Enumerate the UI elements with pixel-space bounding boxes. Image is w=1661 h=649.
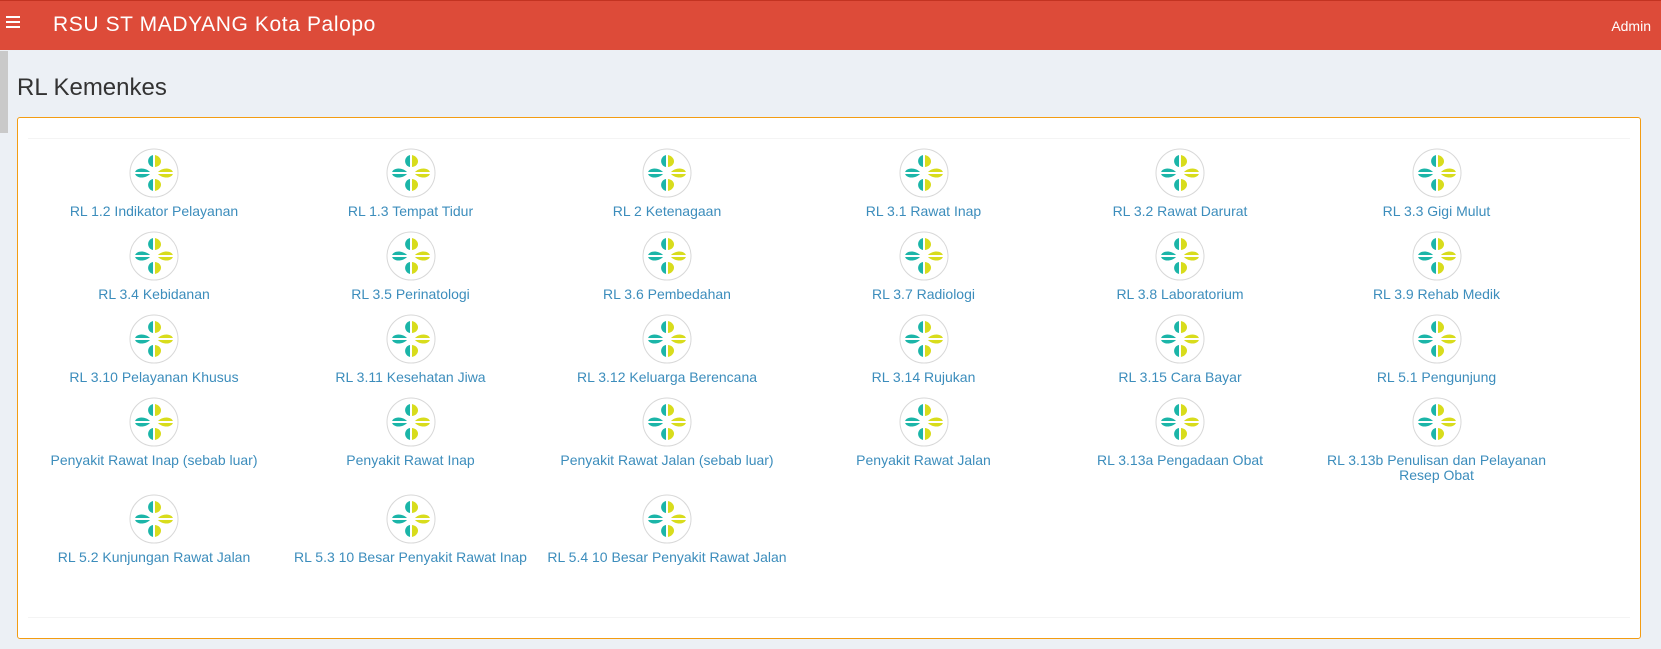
report-tile-label: RL 3.1 Rawat Inap	[865, 203, 982, 219]
kemenkes-logo-icon	[1155, 314, 1205, 364]
kemenkes-logo-icon	[642, 494, 692, 544]
top-navbar: RSU ST MADYANG Kota Palopo Admin	[0, 0, 1661, 50]
report-tile-label: RL 3.4 Kebidanan	[98, 286, 210, 302]
kemenkes-logo-icon	[899, 148, 948, 198]
kemenkes-logo-icon	[1412, 148, 1461, 198]
report-tile-label: RL 3.14 Rujukan	[871, 369, 976, 385]
report-tile[interactable]: RL 2 Ketenagaan	[541, 148, 793, 219]
report-tile-label: RL 3.12 Keluarga Berencana	[576, 369, 758, 385]
kemenkes-logo-icon	[899, 397, 948, 447]
user-menu[interactable]: Admin	[1611, 18, 1651, 34]
report-tile[interactable]: RL 3.7 Radiologi	[798, 231, 1050, 302]
report-tile[interactable]: Penyakit Rawat Jalan	[798, 397, 1050, 468]
report-tile-label: RL 5.4 10 Besar Penyakit Rawat Jalan	[547, 549, 787, 565]
report-tile-label: RL 3.13a Pengadaan Obat	[1096, 452, 1264, 468]
kemenkes-logo-icon	[129, 397, 179, 447]
report-tile[interactable]: RL 3.13a Pengadaan Obat	[1054, 397, 1306, 468]
kemenkes-logo-icon	[642, 314, 692, 364]
report-tile-label: RL 3.6 Pembedahan	[603, 286, 731, 302]
report-tile-label: RL 3.3 Gigi Mulut	[1382, 203, 1491, 219]
kemenkes-logo-icon	[386, 231, 435, 281]
report-tile[interactable]: Penyakit Rawat Inap (sebab luar)	[28, 397, 280, 468]
kemenkes-logo-icon	[642, 231, 692, 281]
report-tile-label: RL 3.15 Cara Bayar	[1118, 369, 1242, 385]
report-tile[interactable]: Penyakit Rawat Inap	[285, 397, 537, 468]
report-tile-label: RL 2 Ketenagaan	[612, 203, 722, 219]
report-tile[interactable]: RL 5.1 Pengunjung	[1311, 314, 1563, 385]
report-tile[interactable]: RL 3.12 Keluarga Berencana	[541, 314, 793, 385]
kemenkes-logo-icon	[1155, 148, 1205, 198]
report-tile[interactable]: RL 3.10 Pelayanan Khusus	[28, 314, 280, 385]
report-menu-box: RL 1.2 Indikator Pelayanan RL 1.3 Tempat …	[17, 117, 1641, 639]
report-tile[interactable]: RL 3.13b Penulisan dan Pelayanan Resep O…	[1311, 397, 1563, 483]
app-title[interactable]: RSU ST MADYANG Kota Palopo	[53, 13, 376, 37]
report-tile-label: Penyakit Rawat Inap (sebab luar)	[50, 452, 258, 468]
kemenkes-logo-icon	[899, 231, 948, 281]
report-tile-label: Penyakit Rawat Jalan (sebab luar)	[560, 452, 774, 468]
report-tile-label: RL 3.2 Rawat Darurat	[1112, 203, 1248, 219]
report-tile[interactable]: RL 3.8 Laboratorium	[1054, 231, 1306, 302]
kemenkes-logo-icon	[1155, 397, 1205, 447]
hamburger-menu-icon[interactable]	[6, 16, 20, 30]
report-tile[interactable]: RL 3.15 Cara Bayar	[1054, 314, 1306, 385]
kemenkes-logo-icon	[129, 314, 179, 364]
kemenkes-logo-icon	[1155, 231, 1205, 281]
kemenkes-logo-icon	[642, 148, 692, 198]
kemenkes-logo-icon	[1412, 314, 1461, 364]
report-tile[interactable]: RL 1.2 Indikator Pelayanan	[28, 148, 280, 219]
report-tile-label: RL 5.3 10 Besar Penyakit Rawat Inap	[294, 549, 527, 565]
report-tile[interactable]: RL 3.6 Pembedahan	[541, 231, 793, 302]
report-tile[interactable]: RL 3.2 Rawat Darurat	[1054, 148, 1306, 219]
kemenkes-logo-icon	[1412, 397, 1461, 447]
report-tile-label: Penyakit Rawat Jalan	[856, 452, 991, 468]
report-tile-label: RL 1.3 Tempat Tidur	[347, 203, 474, 219]
report-tile[interactable]: RL 3.9 Rehab Medik	[1311, 231, 1563, 302]
kemenkes-logo-icon	[899, 314, 948, 364]
kemenkes-logo-icon	[386, 148, 435, 198]
report-tile[interactable]: RL 5.4 10 Besar Penyakit Rawat Jalan	[541, 494, 793, 565]
report-tile-label: RL 3.8 Laboratorium	[1116, 286, 1244, 302]
report-tile[interactable]: RL 1.3 Tempat Tidur	[285, 148, 537, 219]
kemenkes-logo-icon	[129, 494, 179, 544]
report-tile-label: RL 5.2 Kunjungan Rawat Jalan	[57, 549, 251, 565]
report-tile-label: RL 1.2 Indikator Pelayanan	[69, 203, 239, 219]
report-tile-label: Penyakit Rawat Inap	[346, 452, 475, 468]
report-tile-label: RL 3.7 Radiologi	[872, 286, 975, 302]
report-tile-label: RL 3.5 Perinatologi	[351, 286, 470, 302]
report-tile[interactable]: RL 3.5 Perinatologi	[285, 231, 537, 302]
kemenkes-logo-icon	[1412, 231, 1461, 281]
kemenkes-logo-icon	[386, 494, 435, 544]
report-tile[interactable]: RL 3.11 Kesehatan Jiwa	[285, 314, 537, 385]
box-header-divider	[28, 138, 1630, 139]
report-tile[interactable]: RL 3.14 Rujukan	[798, 314, 1050, 385]
report-tile[interactable]: RL 3.4 Kebidanan	[28, 231, 280, 302]
report-tile[interactable]: RL 3.1 Rawat Inap	[798, 148, 1050, 219]
report-tile[interactable]: Penyakit Rawat Jalan (sebab luar)	[541, 397, 793, 468]
report-tile[interactable]: RL 5.3 10 Besar Penyakit Rawat Inap	[285, 494, 537, 565]
report-tile[interactable]: RL 5.2 Kunjungan Rawat Jalan	[28, 494, 280, 565]
report-tile[interactable]: RL 3.3 Gigi Mulut	[1311, 148, 1563, 219]
report-tile-label: RL 5.1 Pengunjung	[1376, 369, 1497, 385]
report-tile-label: RL 3.10 Pelayanan Khusus	[69, 369, 239, 385]
report-tile-label: RL 3.9 Rehab Medik	[1372, 286, 1501, 302]
sidebar-collapsed-rail	[0, 51, 8, 133]
kemenkes-logo-icon	[386, 314, 435, 364]
kemenkes-logo-icon	[642, 397, 692, 447]
box-footer-divider	[28, 617, 1630, 618]
page-title: RL Kemenkes	[17, 74, 167, 101]
report-tile-label: RL 3.11 Kesehatan Jiwa	[335, 369, 486, 385]
kemenkes-logo-icon	[129, 231, 179, 281]
report-tile-label: RL 3.13b Penulisan dan Pelayanan Resep O…	[1327, 452, 1546, 483]
kemenkes-logo-icon	[386, 397, 435, 447]
kemenkes-logo-icon	[129, 148, 179, 198]
